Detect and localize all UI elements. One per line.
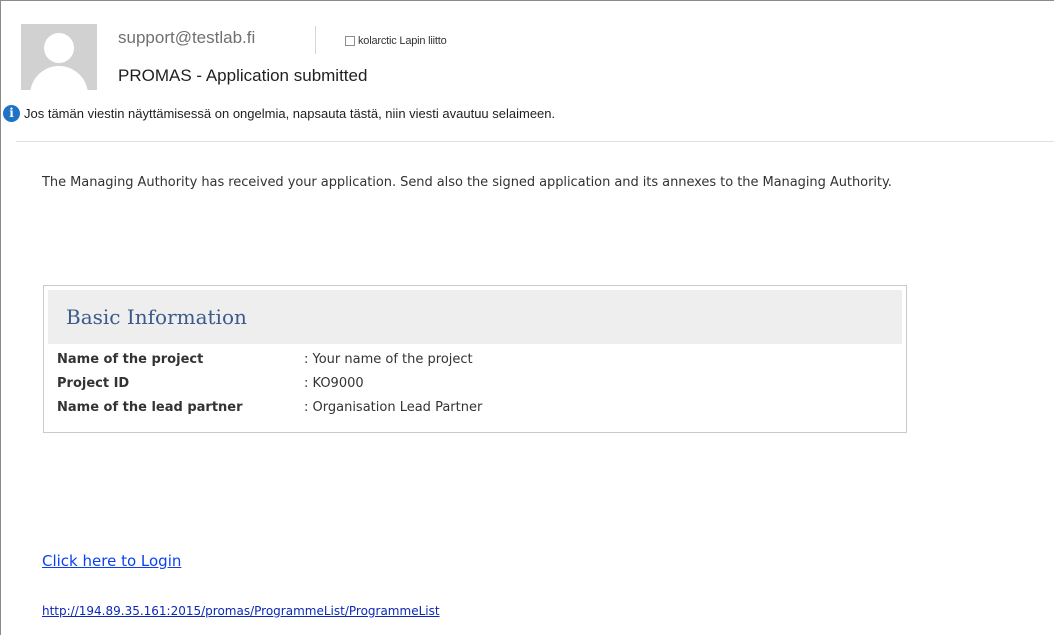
info-row-project-id: Project ID : KO9000 bbox=[57, 376, 887, 396]
sender-avatar-icon[interactable] bbox=[21, 24, 97, 90]
row-value: : Your name of the project bbox=[304, 352, 473, 367]
card-title: Basic Information bbox=[66, 305, 247, 329]
login-link[interactable]: Click here to Login bbox=[42, 552, 181, 570]
display-problem-infobar[interactable]: i Jos tämän viestin näyttämisessä on ong… bbox=[3, 105, 555, 122]
info-icon: i bbox=[3, 105, 20, 122]
row-label: Project ID bbox=[57, 376, 130, 391]
avatar-body-shape bbox=[30, 66, 88, 90]
row-value: : KO9000 bbox=[304, 376, 364, 391]
header-separator bbox=[315, 26, 316, 54]
card-heading-bar: Basic Information bbox=[48, 290, 902, 344]
info-row-lead-partner: Name of the lead partner : Organisation … bbox=[57, 400, 887, 420]
avatar-head-shape bbox=[44, 33, 74, 63]
infobar-text[interactable]: Jos tämän viestin näyttämisessä on ongel… bbox=[24, 106, 555, 121]
header-divider bbox=[16, 141, 1054, 142]
basic-information-card: Basic Information Name of the project : … bbox=[43, 285, 907, 433]
email-window: support@testlab.fi kolarctic Lapin liitt… bbox=[0, 0, 1054, 635]
programme-list-url-link[interactable]: http://194.89.35.161:2015/promas/Program… bbox=[42, 604, 440, 618]
row-label: Name of the project bbox=[57, 352, 204, 367]
checkbox-icon[interactable] bbox=[345, 36, 355, 46]
category-label: kolarctic Lapin liitto bbox=[358, 35, 447, 47]
email-header: support@testlab.fi kolarctic Lapin liitt… bbox=[1, 1, 1054, 144]
row-label: Name of the lead partner bbox=[57, 400, 243, 415]
info-row-project-name: Name of the project : Your name of the p… bbox=[57, 352, 887, 372]
email-subject: PROMAS - Application submitted bbox=[118, 66, 368, 85]
sender-email[interactable]: support@testlab.fi bbox=[118, 28, 255, 48]
row-value: : Organisation Lead Partner bbox=[304, 400, 483, 415]
category-tag[interactable]: kolarctic Lapin liitto bbox=[345, 35, 447, 47]
message-intro-text: The Managing Authority has received your… bbox=[42, 175, 892, 190]
